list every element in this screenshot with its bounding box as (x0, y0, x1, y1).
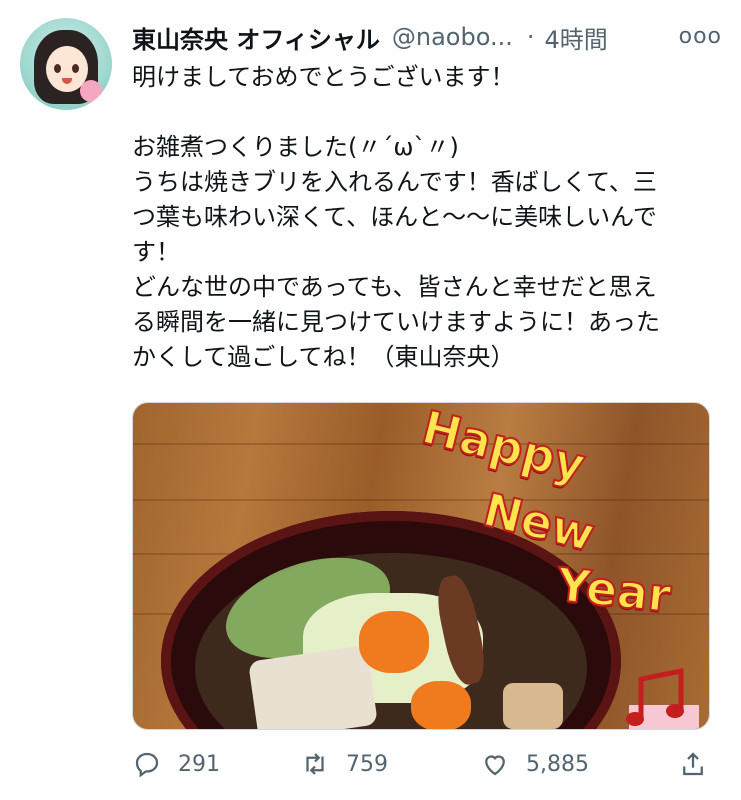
tweet-line: かくして過ごしてね！（東山奈央） (132, 343, 515, 371)
share-button[interactable] (678, 744, 708, 784)
tweet-line: す！ (132, 238, 180, 266)
tweet-line: どんな世の中であっても、皆さんと幸せだと思え (132, 273, 657, 301)
retweet-button[interactable]: 759 (300, 744, 388, 784)
reply-button[interactable]: 291 (132, 744, 220, 784)
retweet-icon (306, 753, 324, 775)
carrot-heart (359, 611, 429, 673)
avatar[interactable] (20, 18, 112, 110)
tweet-text: 明けましておめでとうございます！ お雑煮つくりました(〃´ω`〃) うちは焼きブ… (132, 60, 722, 375)
tweet-line: 明けましておめでとうございます！ (132, 63, 515, 91)
overlay-word: Happy (416, 402, 592, 493)
share-icon (683, 752, 703, 776)
mochi (503, 683, 563, 729)
carrot-heart (411, 681, 471, 729)
author-handle[interactable]: @naobo... (392, 23, 513, 51)
avatar-hand (80, 80, 102, 102)
separator-dot: · (526, 23, 535, 51)
reply-count: 291 (178, 751, 220, 777)
tweet-header: 東山奈央 オフィシャル @naobo... · 4時間 ooo (132, 20, 722, 54)
tweet-line: る瞬間を一緒に見つけていけますように！あった (132, 308, 660, 336)
tweet-line: うちは焼きブリを入れるんです！香ばしくて、三 (132, 168, 657, 196)
tweet-actions: 291 759 5,885 (132, 744, 712, 784)
author-name[interactable]: 東山奈央 オフィシャル (132, 20, 380, 55)
tweet-line: お雑煮つくりました(〃´ω`〃) (132, 133, 459, 161)
reply-icon (135, 752, 159, 778)
wood-grain (133, 499, 709, 501)
timestamp[interactable]: 4時間 (545, 20, 608, 55)
more-options-icon[interactable]: ooo (679, 24, 722, 49)
tweet-photo[interactable]: Happy New Year (132, 402, 710, 730)
tweet-line: つ葉も味わい深くて、ほんと〜〜に美味しいんで (132, 203, 657, 231)
like-count: 5,885 (526, 751, 589, 777)
heart-icon (485, 755, 505, 776)
music-note-icon (626, 667, 699, 729)
retweet-count: 759 (346, 751, 388, 777)
avatar-eye-left (54, 64, 61, 73)
like-button[interactable]: 5,885 (480, 744, 589, 784)
avatar-eye-right (72, 64, 79, 73)
